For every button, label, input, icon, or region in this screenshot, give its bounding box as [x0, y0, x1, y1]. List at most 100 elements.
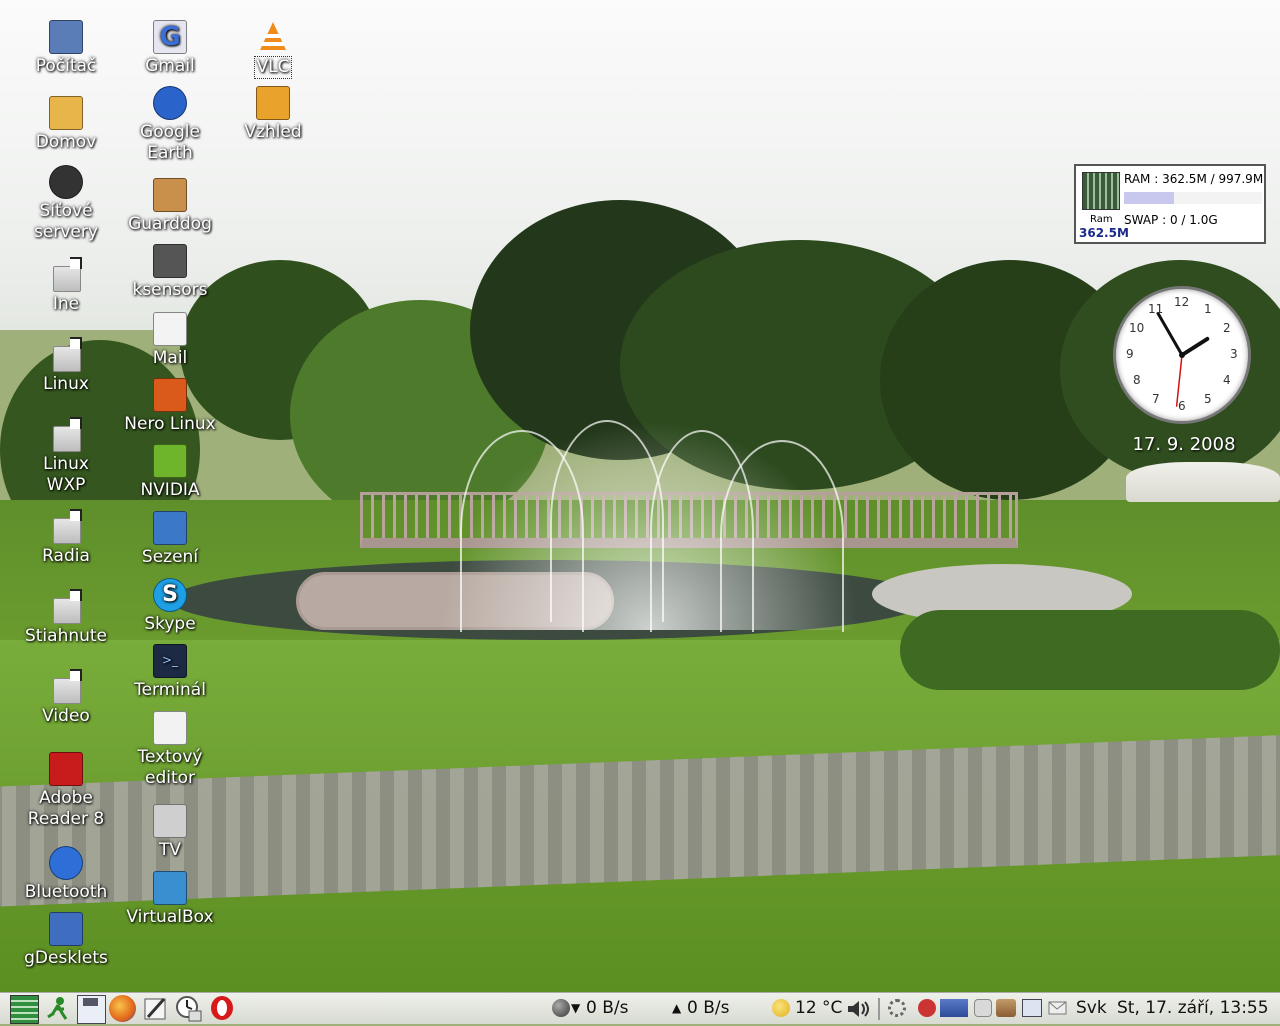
desktop-icon[interactable]: Adobe Reader 8 — [14, 752, 118, 830]
desktop-icon[interactable]: VLC — [221, 20, 325, 79]
desktop-icon-label: Radia — [42, 546, 90, 566]
desktop-icon[interactable]: Linux — [14, 337, 118, 395]
clock-numeral: 12 — [1174, 295, 1190, 309]
desktop-icon[interactable]: Nero Linux — [118, 378, 222, 435]
keyboard-layout[interactable]: Svk — [1076, 998, 1107, 1018]
desktop-icon[interactable]: Google Earth — [118, 86, 222, 164]
desktop-icon[interactable]: Domov — [14, 96, 118, 153]
text-editor-icon[interactable] — [142, 995, 169, 1022]
desktop-icon[interactable]: ksensors — [118, 244, 222, 301]
desktop-icon[interactable]: Textový editor — [118, 711, 222, 789]
clock-numeral: 9 — [1126, 347, 1134, 361]
desktop-icon-label: Nero Linux — [124, 414, 216, 434]
vlc-icon — [256, 20, 290, 54]
desktop-icon[interactable]: >_ Terminál — [118, 644, 222, 701]
nero-icon — [153, 378, 187, 412]
bluetooth-icon — [49, 846, 83, 880]
desktop-icon[interactable]: Mail — [118, 312, 222, 369]
klipper-hand-icon[interactable] — [996, 999, 1016, 1017]
clipboard-icon[interactable] — [974, 999, 992, 1017]
desktop-icon-label: Ine — [52, 294, 80, 314]
opera-icon[interactable] — [209, 995, 236, 1022]
upload-arrow-icon: ▲ — [672, 1001, 682, 1015]
virtualbox-icon — [153, 871, 187, 905]
computer-icon — [49, 20, 83, 54]
desktop-icon-label: VirtualBox — [126, 907, 214, 927]
desktop-icon-label: Guarddog — [128, 214, 212, 234]
desktop-icon[interactable]: Radia — [14, 509, 118, 567]
clock-numeral: 7 — [1152, 392, 1160, 407]
clock-app-icon[interactable] — [175, 995, 202, 1022]
desktop-icon[interactable]: Ine — [14, 257, 118, 315]
desktop-icon[interactable]: Sezení — [118, 511, 222, 568]
mail-tray-icon[interactable] — [1048, 999, 1067, 1017]
desktop-icon[interactable]: S Skype — [118, 578, 222, 635]
ram-chip-label: Ram — [1090, 214, 1113, 225]
updates-icon[interactable] — [940, 999, 968, 1017]
chip-icon — [153, 244, 187, 278]
show-desktop-icon[interactable] — [10, 995, 39, 1024]
ram-usage-bar — [1124, 192, 1175, 204]
net-up-rate: 0 B/s — [687, 998, 730, 1018]
taskbar-datetime[interactable]: St, 17. září, 13:55 — [1117, 998, 1269, 1018]
network-icon[interactable] — [552, 999, 570, 1017]
desktop-icon-label: ksensors — [132, 280, 208, 300]
desktop-icon[interactable]: Linux WXP — [14, 417, 118, 496]
folder-link-icon — [49, 509, 83, 544]
desktop-icon[interactable]: TV — [118, 804, 222, 861]
desktop-icon[interactable]: Video — [14, 669, 118, 727]
display-icon[interactable] — [1022, 999, 1042, 1017]
folder-link-icon — [49, 337, 83, 372]
save-icon[interactable] — [77, 995, 106, 1024]
dog-icon — [153, 178, 187, 212]
weather-sun-icon[interactable] — [772, 999, 790, 1017]
clock-numeral: 11 — [1148, 301, 1164, 316]
desktop-icon-label: Sezení — [141, 547, 199, 567]
desktop-icon[interactable]: G Gmail — [118, 20, 222, 77]
desktop-icon-label: Počítač — [35, 56, 97, 76]
clock-numeral: 3 — [1230, 347, 1238, 361]
taskbar: ▼ 0 B/s ▲ 0 B/s 12 °C Svk St, 17. září, … — [0, 992, 1280, 1024]
clock-date: 17. 9. 2008 — [1132, 434, 1236, 455]
guarddog-tray-icon[interactable] — [918, 999, 936, 1017]
settings-gear-icon[interactable] — [888, 999, 906, 1017]
clock-numeral: 4 — [1223, 373, 1231, 387]
folder-link-icon — [49, 589, 83, 624]
network-icon — [49, 165, 83, 199]
desktop-icon-label: Textový editor — [137, 747, 203, 788]
desktop-icon[interactable]: Počítač — [14, 20, 118, 77]
ram-bar-track — [1172, 192, 1262, 204]
ram-monitor-widget[interactable]: RAM : 362.5M / 997.9M SWAP : 0 / 1.0G Ra… — [1074, 164, 1266, 244]
net-down-rate: 0 B/s — [586, 998, 629, 1018]
firefox-icon[interactable] — [109, 995, 136, 1022]
ram-used-label: 362.5M — [1079, 226, 1129, 240]
desktop-icon-label: Linux — [43, 374, 89, 394]
desktop-icon[interactable]: Bluetooth — [14, 846, 118, 903]
desktop-icon-label: VLC — [253, 56, 293, 79]
clock-numeral: 1 — [1204, 301, 1212, 316]
desktop-icon-label: Domov — [35, 132, 97, 152]
desktop-icon-label: gDesklets — [24, 948, 108, 968]
desktop-icon[interactable]: Vzhled — [221, 86, 325, 143]
desktop-icon[interactable]: Stiahnute — [14, 589, 118, 647]
analog-clock-widget[interactable]: 12 1 2 3 4 5 6 7 8 9 10 11 — [1113, 286, 1251, 424]
desktop-icon-label: Vzhled — [244, 122, 302, 142]
mail-icon — [153, 312, 187, 346]
globe-icon — [153, 86, 187, 120]
volume-icon[interactable] — [846, 999, 869, 1017]
desktop-icon[interactable]: gDesklets — [14, 912, 118, 969]
clock-numeral: 8 — [1132, 373, 1141, 387]
desktop-icon-label: TV — [158, 840, 181, 860]
desktop-icon-label: Google Earth — [140, 122, 200, 163]
desktop-icon[interactable]: VirtualBox — [118, 871, 222, 928]
desktop-icon-label: Mail — [152, 348, 188, 368]
desktop[interactable]: Počítač Domov Síťové servery Ine Linux Linux … — [0, 0, 1280, 992]
wallpaper-umbrellas — [1126, 462, 1280, 502]
run-icon[interactable] — [44, 995, 71, 1022]
desktop-icon[interactable]: Síťové servery — [14, 165, 118, 243]
desktop-icon-label: Adobe Reader 8 — [27, 788, 105, 829]
ram-usage-text: RAM : 362.5M / 997.9M — [1124, 172, 1264, 186]
weather-temperature: 12 °C — [795, 998, 843, 1018]
desktop-icon[interactable]: Guarddog — [118, 178, 222, 235]
desktop-icon[interactable]: NVIDIA — [118, 444, 222, 501]
